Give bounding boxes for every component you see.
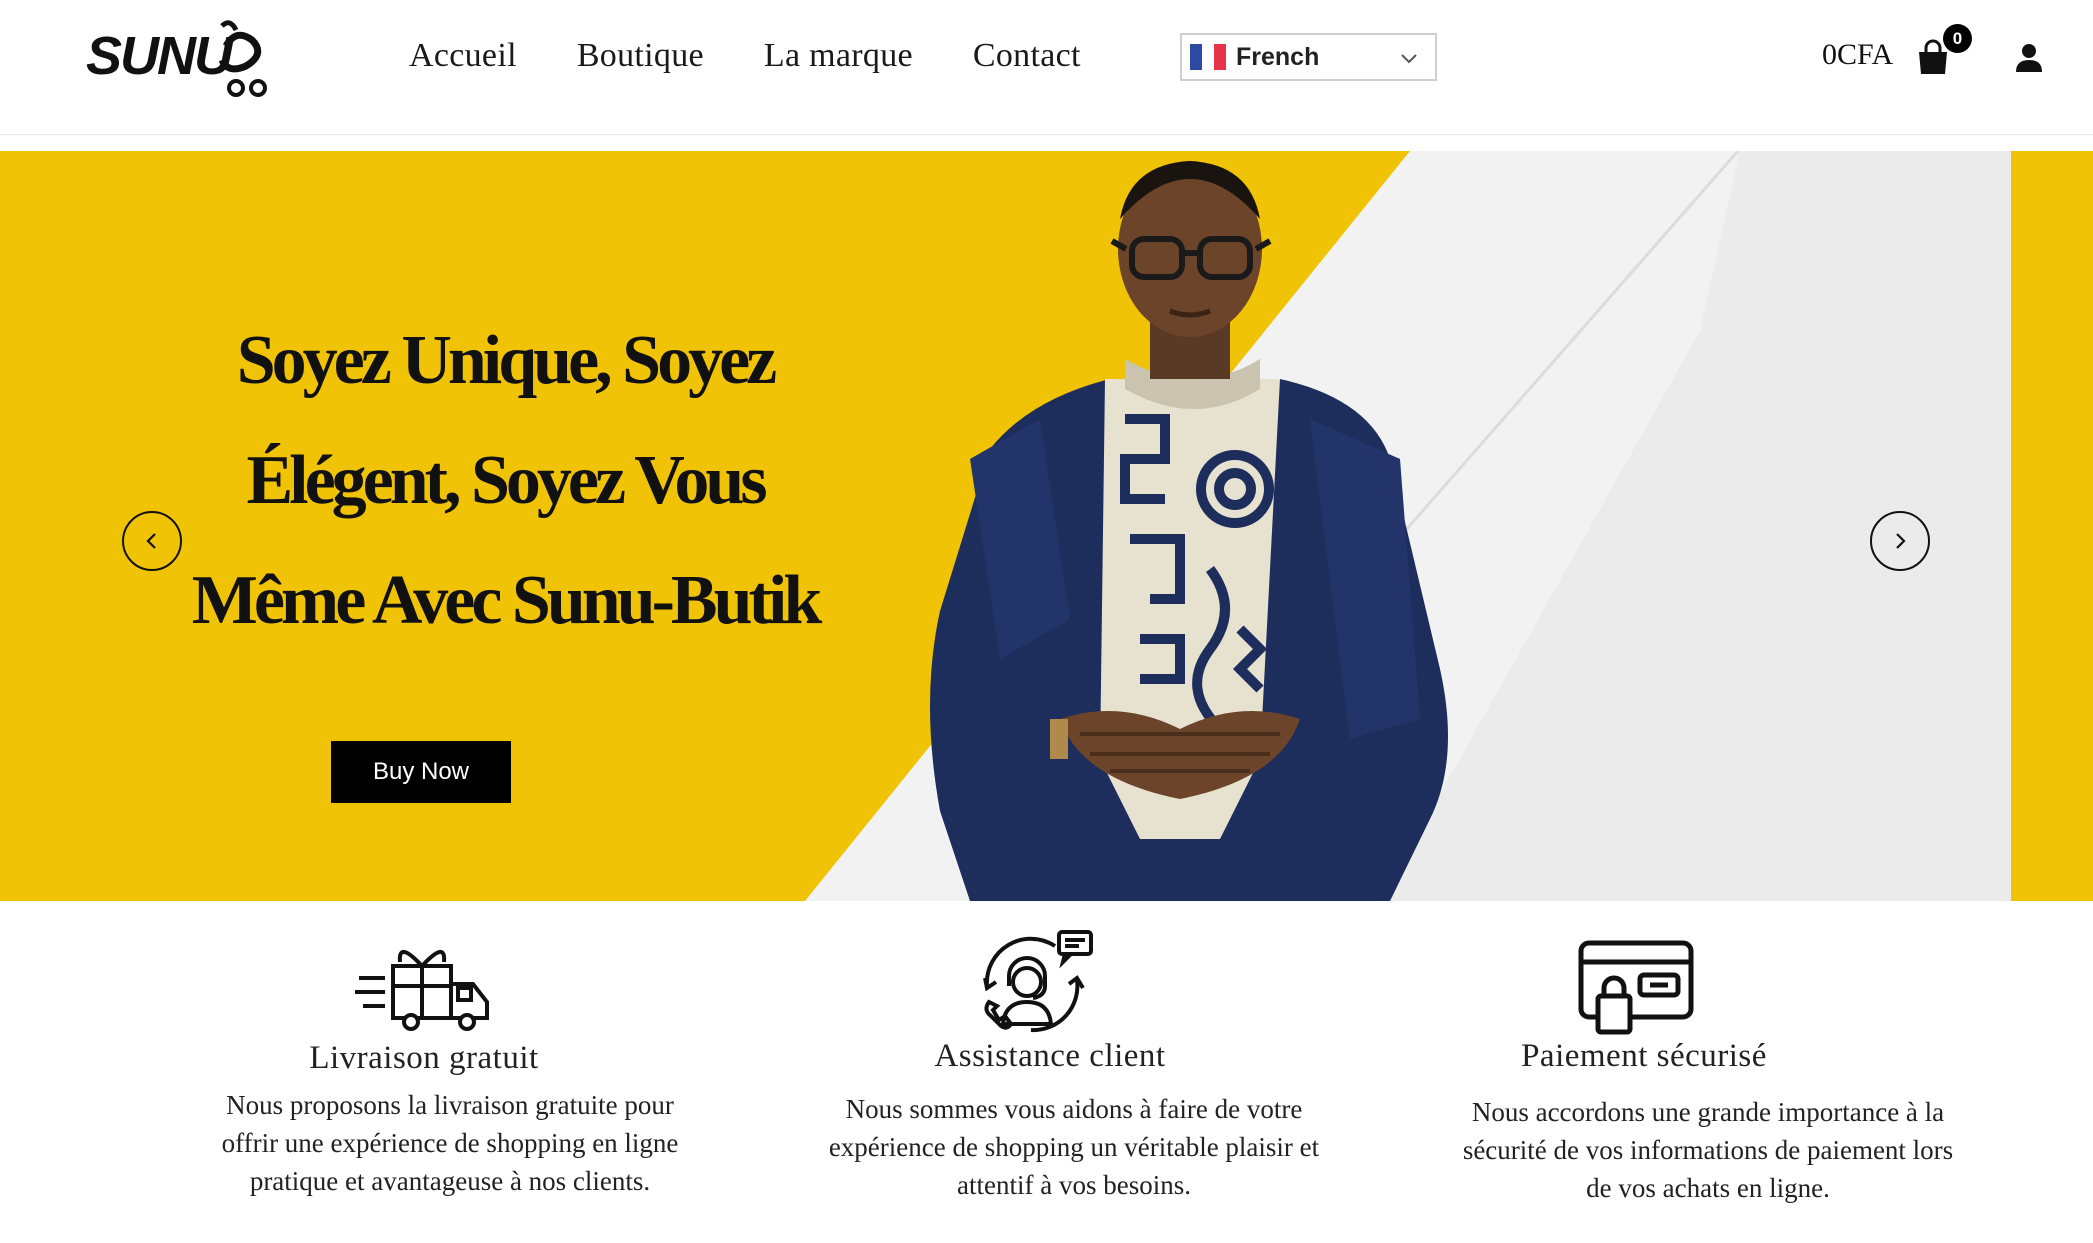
- slider-next-button[interactable]: [1870, 511, 1930, 571]
- logo-text: SUNU: [86, 26, 235, 86]
- chevron-right-icon: [1896, 533, 1906, 549]
- feature-desc-assistance: Nous sommes vous aidons à faire de votre…: [764, 1090, 1384, 1204]
- feature-title-livraison: Livraison gratuit: [309, 1040, 539, 1076]
- hero-accent-strip: [2011, 151, 2093, 901]
- hero-title: Soyez Unique, Soyez Élégent, Soyez Vous …: [150, 301, 860, 661]
- feature-desc-line: attentif à vos besoins.: [957, 1170, 1191, 1200]
- chevron-left-icon: [146, 533, 156, 549]
- feature-desc-paiement: Nous accordons une grande importance à l…: [1398, 1093, 2018, 1207]
- feature-desc-line: de vos achats en ligne.: [1586, 1173, 1830, 1203]
- hero-model-image: [930, 161, 1448, 901]
- feature-desc-line: Nous accordons une grande importance à l…: [1471, 1097, 1945, 1127]
- feature-desc-line: Nous sommes vous aidons à faire de votre: [845, 1094, 1303, 1124]
- slider-prev-button[interactable]: [122, 511, 182, 571]
- hero-title-line: Même Avec Sunu-Butik: [191, 562, 823, 639]
- cart-total: 0CFA: [1822, 38, 1894, 71]
- language-select[interactable]: French: [1180, 33, 1437, 81]
- delivery-truck-gift-icon: [355, 950, 489, 1031]
- nav-la-marque[interactable]: La marque: [764, 37, 913, 75]
- france-flag-icon: [1190, 44, 1226, 70]
- user-icon[interactable]: [2014, 42, 2044, 72]
- feature-desc-line: offrir une expérience de shopping en lig…: [221, 1128, 679, 1158]
- feature-title-assistance: Assistance client: [934, 1038, 1166, 1074]
- customer-support-icon: [983, 930, 1093, 1033]
- nav-boutique[interactable]: Boutique: [577, 37, 704, 75]
- feature-desc-line: Nous proposons la livraison gratuite pou…: [226, 1090, 674, 1120]
- buy-now-button[interactable]: Buy Now: [331, 741, 511, 803]
- feature-desc-line: pratique et avantageuse à nos clients.: [249, 1166, 651, 1196]
- nav-contact[interactable]: Contact: [973, 37, 1081, 75]
- sunu-logo[interactable]: SUNU: [86, 16, 276, 102]
- site-header: SUNU Accueil Boutique La marque Contact …: [0, 0, 2093, 135]
- cart-count-badge: 0: [1943, 24, 1972, 53]
- hero-title-line: Soyez Unique, Soyez: [236, 322, 778, 399]
- nav-accueil[interactable]: Accueil: [409, 37, 517, 75]
- hero-slider: Soyez Unique, Soyez Élégent, Soyez Vous …: [0, 151, 2093, 901]
- feature-desc-livraison: Nous proposons la livraison gratuite pou…: [140, 1086, 760, 1200]
- feature-desc-line: expérience de shopping un véritable plai…: [828, 1132, 1320, 1162]
- feature-title-paiement: Paiement sécurisé: [1521, 1038, 1767, 1074]
- language-selected: French: [1236, 42, 1320, 71]
- feature-desc-line: sécurité de vos informations de paiement…: [1462, 1135, 1954, 1165]
- chevron-down-icon: [1401, 54, 1417, 64]
- secure-card-payment-icon: [1578, 940, 1694, 1035]
- hero-title-line: Élégent, Soyez Vous: [246, 442, 767, 519]
- main-nav: Accueil Boutique La marque Contact: [409, 30, 1141, 82]
